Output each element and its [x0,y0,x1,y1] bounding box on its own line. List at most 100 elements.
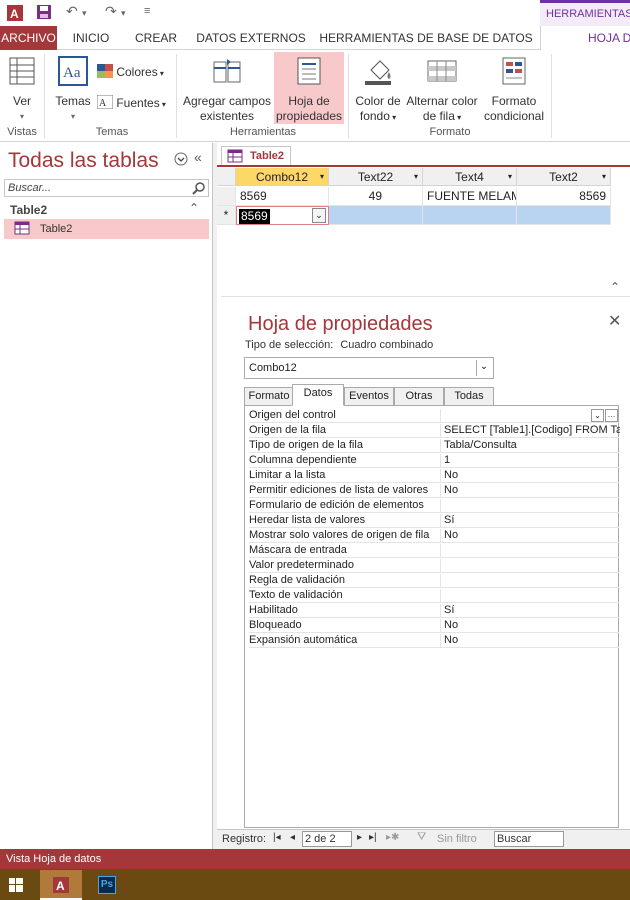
control-selector[interactable]: Combo12 ⌄ [244,357,494,379]
property-value[interactable] [440,589,620,603]
close-icon[interactable]: ✕ [608,311,621,331]
nav-search-input[interactable]: Buscar... [4,179,209,197]
undo-icon[interactable]: ↶ [66,3,78,20]
table-cell[interactable]: 8569 [236,187,329,206]
property-value[interactable]: SELECT [Table1].[Codigo] FROM Tabl [440,424,620,438]
taskbar-access-button[interactable]: A [40,870,82,900]
property-value[interactable]: No [440,634,620,648]
property-sheet-button[interactable]: Hoja de propiedades [274,52,344,124]
column-filter-dropdown-icon[interactable]: ▾ [508,168,512,186]
property-row[interactable]: Máscara de entrada [249,543,619,558]
property-row[interactable]: Columna dependiente 1 [249,453,619,468]
property-row[interactable]: Formulario de edición de elementos [249,498,619,513]
view-button[interactable]: Ver ▾ [4,56,40,124]
record-search-input[interactable]: Buscar [494,831,564,847]
property-row[interactable]: Permitir ediciones de lista de valores N… [249,483,619,498]
collapse-pane-icon[interactable]: « [194,149,202,165]
scroll-up-icon[interactable]: ⌃ [610,280,620,294]
property-row[interactable]: Valor predeterminado [249,558,619,573]
tab-inicio[interactable]: INICIO [62,26,120,50]
combo-value-selected[interactable]: 8569 [239,209,270,224]
table-cell[interactable]: FUENTE MELAM [423,187,517,206]
save-icon[interactable] [36,4,52,20]
tab-datos[interactable]: Datos [292,384,344,406]
combo12-new-record-cell[interactable]: 8569 ⌄ [236,206,329,225]
property-value[interactable]: Sí [440,604,620,618]
tab-todas[interactable]: Todas [444,387,494,405]
chevron-down-icon[interactable]: ⌄ [476,360,491,376]
undo-dropdown-icon[interactable]: ▾ [82,8,87,19]
windows-start-icon[interactable] [9,878,23,892]
tab-hoja-de-datos[interactable]: HOJA DE [540,26,630,50]
tab-formato[interactable]: Formato [244,387,294,405]
themes-button[interactable]: Aa Temas ▾ [54,56,92,124]
column-header-text2[interactable]: Text2 ▾ [517,168,611,186]
property-row[interactable]: Texto de validación [249,588,619,603]
previous-record-icon[interactable]: ◂ [290,832,295,843]
property-value[interactable] [440,499,620,513]
redo-icon[interactable]: ↷ [105,3,117,20]
filter-icon[interactable]: ⛛ [417,831,426,844]
redo-dropdown-icon[interactable]: ▾ [121,8,126,19]
last-record-icon[interactable]: ▸| [369,832,377,843]
tab-archivo[interactable]: ARCHIVO [0,26,57,50]
fonts-button[interactable]: A Fuentes ▾ [96,94,166,110]
table-cell[interactable]: 8569 [517,187,611,206]
property-row[interactable]: Regla de validación [249,573,619,588]
property-row[interactable]: Limitar a la lista No [249,468,619,483]
alternate-row-color-button[interactable]: Alternar color de fila ▾ [404,56,480,125]
new-record-icon[interactable]: ▸✱ [386,832,399,843]
record-position-input[interactable]: 2 de 2 [302,831,352,847]
property-value[interactable]: 1 [440,454,620,468]
column-filter-dropdown-icon[interactable]: ▾ [320,168,324,186]
property-value[interactable] [440,574,620,588]
tab-crear[interactable]: CREAR [128,26,184,50]
collapse-group-icon[interactable]: ⌃ [189,201,199,215]
property-value[interactable]: No [440,619,620,633]
column-header-text22[interactable]: Text22 ▾ [329,168,423,186]
background-color-button[interactable]: Color de fondo ▾ [352,56,404,125]
tab-otras[interactable]: Otras [394,387,444,405]
property-row[interactable]: Habilitado Sí [249,603,619,618]
nav-title[interactable]: Todas las tablas [8,149,159,173]
tab-herramientas-bd[interactable]: HERRAMIENTAS DE BASE DE DATOS [318,26,534,50]
property-value[interactable]: Sí [440,514,620,528]
search-icon[interactable] [192,182,206,196]
property-row[interactable]: Tipo de origen de la fila Tabla/Consulta [249,438,619,453]
property-row[interactable]: Heredar lista de valores Sí [249,513,619,528]
property-row[interactable]: Origen del control ⌄ … [249,408,619,423]
column-header-combo12[interactable]: Combo12 ▾ [236,168,329,186]
customize-toolbar-icon[interactable]: ≡ [144,5,150,17]
column-filter-dropdown-icon[interactable]: ▾ [414,168,418,186]
property-value[interactable] [440,559,620,573]
filter-status[interactable]: Sin filtro [437,833,477,845]
add-existing-fields-button[interactable]: Agregar campos existentes [180,56,274,124]
select-all-corner[interactable] [217,168,236,186]
property-row[interactable]: Mostrar solo valores de origen de fila N… [249,528,619,543]
builder-ellipsis-icon[interactable]: … [605,409,618,422]
first-record-icon[interactable]: |◂ [273,832,281,843]
column-header-text4[interactable]: Text4 ▾ [423,168,517,186]
tab-eventos[interactable]: Eventos [344,387,394,405]
taskbar-photoshop-button[interactable]: Ps [86,870,128,900]
next-record-icon[interactable]: ▸ [357,832,362,843]
chevron-down-icon[interactable]: ⌄ [591,409,604,422]
column-filter-dropdown-icon[interactable]: ▾ [602,168,606,186]
combo-dropdown-button[interactable]: ⌄ [312,208,326,223]
nav-item-table2[interactable]: Table2 [4,219,209,239]
table-cell[interactable] [423,206,517,225]
table-cell[interactable]: 49 [329,187,423,206]
conditional-format-button[interactable]: Formato condicional [480,56,548,124]
nav-menu-dropdown-icon[interactable] [174,152,188,166]
property-value[interactable]: No [440,469,620,483]
colors-button[interactable]: Colores ▾ [97,64,164,79]
table-cell[interactable] [329,206,423,225]
new-record-marker[interactable]: * [217,206,236,225]
tab-datos-externos[interactable]: DATOS EXTERNOS [192,26,310,50]
property-value[interactable]: Tabla/Consulta [440,439,620,453]
property-row[interactable]: Origen de la fila SELECT [Table1].[Codig… [249,423,620,438]
nav-group-header[interactable]: Table2 [4,199,209,219]
property-row[interactable]: Expansión automática No [249,633,619,648]
table-cell[interactable] [517,206,611,225]
property-value[interactable] [440,544,620,558]
